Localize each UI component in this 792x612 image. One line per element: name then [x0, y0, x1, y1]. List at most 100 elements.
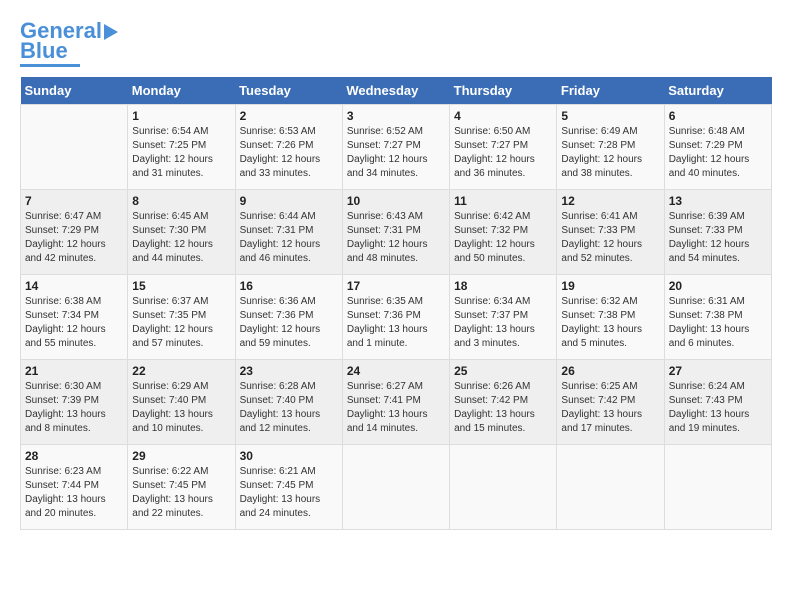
day-info: Sunrise: 6:26 AM Sunset: 7:42 PM Dayligh…: [454, 380, 552, 436]
calendar-cell: 7Sunrise: 6:47 AM Sunset: 7:29 PM Daylig…: [21, 190, 128, 275]
calendar-table: SundayMondayTuesdayWednesdayThursdayFrid…: [20, 77, 772, 530]
day-info: Sunrise: 6:23 AM Sunset: 7:44 PM Dayligh…: [25, 465, 123, 521]
calendar-cell: 13 Sunrise: 6:39 AM Sunset: 7:33 PM Dayli…: [664, 190, 771, 275]
calendar-cell: 30 Sunrise: 6:21 AM Sunset: 7:45 PM Dayli…: [235, 445, 342, 530]
calendar-week-row: 21Sunrise: 6:30 AM Sunset: 7:39 PM Dayli…: [21, 360, 772, 445]
day-number: 16: [240, 279, 338, 293]
day-number: 29: [132, 449, 230, 463]
day-info: Sunrise: 6:21 AM Sunset: 7:45 PM Dayligh…: [240, 465, 338, 521]
calendar-cell: 15Sunrise: 6:37 AM Sunset: 7:35 PM Dayli…: [128, 275, 235, 360]
logo-text2: Blue: [20, 40, 68, 62]
day-info: Sunrise: 6:30 AM Sunset: 7:39 PM Dayligh…: [25, 380, 123, 436]
day-number: 11: [454, 194, 552, 208]
calendar-cell: 8 Sunrise: 6:45 AM Sunset: 7:30 PM Daylig…: [128, 190, 235, 275]
day-info: Sunrise: 6:54 AM Sunset: 7:25 PM Dayligh…: [132, 125, 230, 181]
day-info: Sunrise: 6:43 AM Sunset: 7:31 PM Dayligh…: [347, 210, 445, 266]
day-info: Sunrise: 6:35 AM Sunset: 7:36 PM Dayligh…: [347, 295, 445, 351]
calendar-cell: 10 Sunrise: 6:43 AM Sunset: 7:31 PM Dayli…: [342, 190, 449, 275]
day-info: Sunrise: 6:29 AM Sunset: 7:40 PM Dayligh…: [132, 380, 230, 436]
calendar-cell: 21Sunrise: 6:30 AM Sunset: 7:39 PM Dayli…: [21, 360, 128, 445]
day-info: Sunrise: 6:49 AM Sunset: 7:28 PM Dayligh…: [561, 125, 659, 181]
day-number: 1: [132, 109, 230, 123]
day-of-week-header: Wednesday: [342, 77, 449, 105]
day-info: Sunrise: 6:32 AM Sunset: 7:38 PM Dayligh…: [561, 295, 659, 351]
day-number: 10: [347, 194, 445, 208]
calendar-cell: 1 Sunrise: 6:54 AM Sunset: 7:25 PM Daylig…: [128, 105, 235, 190]
calendar-week-row: 7Sunrise: 6:47 AM Sunset: 7:29 PM Daylig…: [21, 190, 772, 275]
calendar-cell: 27 Sunrise: 6:24 AM Sunset: 7:43 PM Dayli…: [664, 360, 771, 445]
day-number: 15: [132, 279, 230, 293]
day-number: 2: [240, 109, 338, 123]
calendar-cell: 25 Sunrise: 6:26 AM Sunset: 7:42 PM Dayli…: [450, 360, 557, 445]
day-info: Sunrise: 6:24 AM Sunset: 7:43 PM Dayligh…: [669, 380, 767, 436]
calendar-cell: 11 Sunrise: 6:42 AM Sunset: 7:32 PM Dayli…: [450, 190, 557, 275]
day-number: 26: [561, 364, 659, 378]
day-info: Sunrise: 6:47 AM Sunset: 7:29 PM Dayligh…: [25, 210, 123, 266]
calendar-cell: 20 Sunrise: 6:31 AM Sunset: 7:38 PM Dayli…: [664, 275, 771, 360]
calendar-cell: 18 Sunrise: 6:34 AM Sunset: 7:37 PM Dayli…: [450, 275, 557, 360]
day-number: 25: [454, 364, 552, 378]
calendar-cell: 14 Sunrise: 6:38 AM Sunset: 7:34 PM Dayli…: [21, 275, 128, 360]
day-number: 4: [454, 109, 552, 123]
day-info: Sunrise: 6:39 AM Sunset: 7:33 PM Dayligh…: [669, 210, 767, 266]
day-number: 18: [454, 279, 552, 293]
day-info: Sunrise: 6:31 AM Sunset: 7:38 PM Dayligh…: [669, 295, 767, 351]
day-of-week-header: Thursday: [450, 77, 557, 105]
calendar-cell: 2 Sunrise: 6:53 AM Sunset: 7:26 PM Daylig…: [235, 105, 342, 190]
day-number: 8: [132, 194, 230, 208]
logo: General Blue: [20, 20, 118, 67]
logo-underline: [20, 64, 80, 67]
calendar-cell: [21, 105, 128, 190]
calendar-cell: [557, 445, 664, 530]
calendar-cell: 23Sunrise: 6:28 AM Sunset: 7:40 PM Dayli…: [235, 360, 342, 445]
day-info: Sunrise: 6:44 AM Sunset: 7:31 PM Dayligh…: [240, 210, 338, 266]
day-number: 19: [561, 279, 659, 293]
day-info: Sunrise: 6:41 AM Sunset: 7:33 PM Dayligh…: [561, 210, 659, 266]
calendar-body: 1 Sunrise: 6:54 AM Sunset: 7:25 PM Daylig…: [21, 105, 772, 530]
calendar-cell: 9 Sunrise: 6:44 AM Sunset: 7:31 PM Daylig…: [235, 190, 342, 275]
day-number: 30: [240, 449, 338, 463]
day-number: 27: [669, 364, 767, 378]
calendar-cell: 29Sunrise: 6:22 AM Sunset: 7:45 PM Dayli…: [128, 445, 235, 530]
day-number: 23: [240, 364, 338, 378]
calendar-cell: 28 Sunrise: 6:23 AM Sunset: 7:44 PM Dayli…: [21, 445, 128, 530]
calendar-cell: 19 Sunrise: 6:32 AM Sunset: 7:38 PM Dayli…: [557, 275, 664, 360]
day-number: 13: [669, 194, 767, 208]
calendar-cell: [342, 445, 449, 530]
day-number: 20: [669, 279, 767, 293]
calendar-week-row: 14 Sunrise: 6:38 AM Sunset: 7:34 PM Dayli…: [21, 275, 772, 360]
calendar-week-row: 1 Sunrise: 6:54 AM Sunset: 7:25 PM Daylig…: [21, 105, 772, 190]
day-info: Sunrise: 6:25 AM Sunset: 7:42 PM Dayligh…: [561, 380, 659, 436]
day-of-week-header: Monday: [128, 77, 235, 105]
calendar-cell: [664, 445, 771, 530]
day-number: 22: [132, 364, 230, 378]
day-info: Sunrise: 6:53 AM Sunset: 7:26 PM Dayligh…: [240, 125, 338, 181]
day-of-week-header: Friday: [557, 77, 664, 105]
day-of-week-header: Sunday: [21, 77, 128, 105]
day-number: 6: [669, 109, 767, 123]
day-number: 17: [347, 279, 445, 293]
day-number: 3: [347, 109, 445, 123]
header: General Blue: [20, 20, 772, 67]
calendar-cell: 17 Sunrise: 6:35 AM Sunset: 7:36 PM Dayli…: [342, 275, 449, 360]
day-info: Sunrise: 6:27 AM Sunset: 7:41 PM Dayligh…: [347, 380, 445, 436]
calendar-cell: 5 Sunrise: 6:49 AM Sunset: 7:28 PM Daylig…: [557, 105, 664, 190]
calendar-cell: 22 Sunrise: 6:29 AM Sunset: 7:40 PM Dayli…: [128, 360, 235, 445]
day-number: 12: [561, 194, 659, 208]
day-info: Sunrise: 6:45 AM Sunset: 7:30 PM Dayligh…: [132, 210, 230, 266]
day-info: Sunrise: 6:38 AM Sunset: 7:34 PM Dayligh…: [25, 295, 123, 351]
day-number: 28: [25, 449, 123, 463]
day-of-week-header: Saturday: [664, 77, 771, 105]
day-number: 9: [240, 194, 338, 208]
calendar-cell: 16Sunrise: 6:36 AM Sunset: 7:36 PM Dayli…: [235, 275, 342, 360]
day-info: Sunrise: 6:48 AM Sunset: 7:29 PM Dayligh…: [669, 125, 767, 181]
day-number: 14: [25, 279, 123, 293]
day-number: 5: [561, 109, 659, 123]
day-info: Sunrise: 6:34 AM Sunset: 7:37 PM Dayligh…: [454, 295, 552, 351]
day-info: Sunrise: 6:42 AM Sunset: 7:32 PM Dayligh…: [454, 210, 552, 266]
calendar-week-row: 28 Sunrise: 6:23 AM Sunset: 7:44 PM Dayli…: [21, 445, 772, 530]
calendar-cell: 4Sunrise: 6:50 AM Sunset: 7:27 PM Daylig…: [450, 105, 557, 190]
calendar-cell: 24Sunrise: 6:27 AM Sunset: 7:41 PM Dayli…: [342, 360, 449, 445]
day-info: Sunrise: 6:52 AM Sunset: 7:27 PM Dayligh…: [347, 125, 445, 181]
calendar-cell: 12 Sunrise: 6:41 AM Sunset: 7:33 PM Dayli…: [557, 190, 664, 275]
